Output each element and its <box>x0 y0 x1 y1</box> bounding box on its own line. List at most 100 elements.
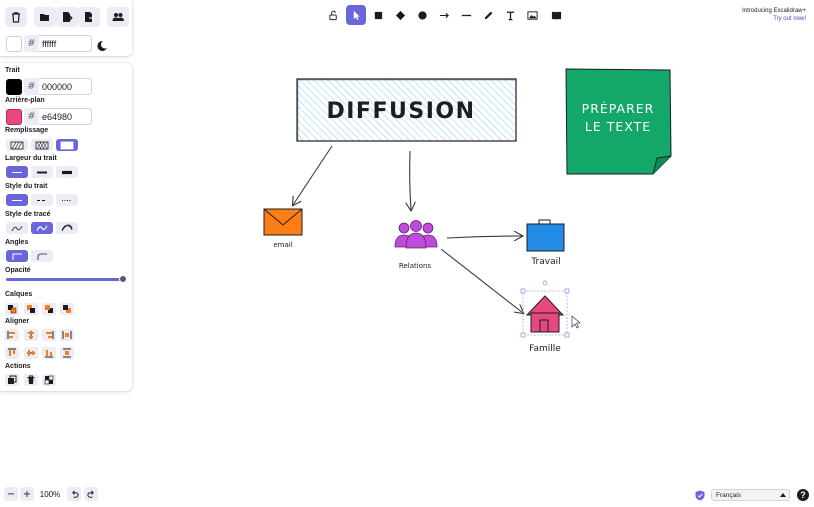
tool-draw-button[interactable] <box>478 5 498 25</box>
actions-label: Actions <box>5 363 31 370</box>
fill-hachure-button[interactable] <box>6 139 28 151</box>
stroke-width-thin-button[interactable] <box>6 166 28 178</box>
distribute-vertical-icon <box>63 348 71 358</box>
tool-text-button[interactable] <box>500 5 520 25</box>
bold-line-icon <box>37 171 47 173</box>
extra-bold-line-icon <box>62 170 72 174</box>
arrow-to-relations[interactable] <box>410 150 411 210</box>
bring-forward-button[interactable] <box>42 303 56 315</box>
redo-button[interactable] <box>84 487 98 501</box>
tool-ellipse-button[interactable] <box>412 5 432 25</box>
zoom-out-button[interactable]: − <box>4 487 18 501</box>
sloppiness-architect-button[interactable] <box>6 222 28 234</box>
distribute-vertical-button[interactable] <box>60 347 74 359</box>
stroke-style-solid-button[interactable] <box>6 194 28 206</box>
opacity-slider-thumb[interactable] <box>119 275 127 283</box>
shield-icon[interactable] <box>695 490 705 501</box>
collaborate-button[interactable] <box>107 7 129 27</box>
tool-arrow-button[interactable] <box>434 5 454 25</box>
group-button[interactable] <box>42 374 56 386</box>
arrow-to-famille[interactable] <box>440 248 523 313</box>
dotted-line-icon <box>62 199 72 201</box>
tool-selection-button[interactable] <box>346 5 366 25</box>
house-icon[interactable] <box>525 295 565 333</box>
help-button[interactable]: ? <box>797 489 809 501</box>
layers-label: Calques <box>5 291 33 298</box>
opacity-slider-track[interactable] <box>6 278 124 281</box>
tool-rectangle-button[interactable] <box>368 5 388 25</box>
open-file-button[interactable] <box>34 7 56 27</box>
canvas-background-swatch[interactable] <box>6 35 22 52</box>
bring-to-front-button[interactable] <box>60 303 74 315</box>
undo-button[interactable] <box>67 487 81 501</box>
stroke-color-swatch[interactable] <box>6 78 22 95</box>
tool-lock-button[interactable] <box>323 5 343 25</box>
background-color-swatch[interactable] <box>6 108 22 125</box>
align-right-button[interactable] <box>42 329 56 341</box>
ellipse-icon <box>417 10 427 20</box>
stroke-width-label: Largeur du trait <box>5 155 57 162</box>
edges-label: Angles <box>5 239 29 246</box>
save-button[interactable] <box>56 7 78 27</box>
sloppiness-cartoonist-button[interactable] <box>56 222 78 234</box>
redo-icon <box>86 490 94 498</box>
label-famille: Famille <box>529 344 561 354</box>
stroke-style-dashed-button[interactable] <box>31 194 53 206</box>
stroke-width-extra-bold-button[interactable] <box>56 166 78 178</box>
zoom-in-button[interactable]: + <box>20 487 34 501</box>
clear-canvas-button[interactable] <box>5 7 27 27</box>
send-backward-button[interactable] <box>24 303 38 315</box>
thin-line-icon <box>12 171 22 173</box>
arrow-to-email[interactable] <box>293 145 333 205</box>
align-top-button[interactable] <box>5 347 19 359</box>
canvas-background-input[interactable]: ffffff <box>39 35 92 52</box>
tool-library-button[interactable] <box>546 5 566 25</box>
export-image-button[interactable] <box>78 7 100 27</box>
envelope-icon[interactable] <box>263 208 303 236</box>
align-center-horizontal-button[interactable] <box>24 329 38 341</box>
share-icon <box>85 12 95 22</box>
delete-button[interactable] <box>24 374 38 386</box>
diffusion-box[interactable]: DIFFUSION <box>296 78 517 142</box>
align-top-icon <box>8 348 16 356</box>
cross-hatch-icon <box>35 141 49 149</box>
duplicate-button[interactable] <box>5 374 19 386</box>
sticky-note[interactable]: PRÉPARER LE TEXTE <box>565 68 672 175</box>
align-bottom-icon <box>45 350 53 358</box>
users-icon <box>112 13 124 21</box>
language-select[interactable]: Français <box>711 489 790 501</box>
tool-image-button[interactable] <box>522 5 542 25</box>
language-value: Français <box>716 491 741 499</box>
dark-mode-toggle[interactable] <box>96 37 108 51</box>
tool-line-button[interactable] <box>456 5 476 25</box>
tool-diamond-button[interactable] <box>390 5 410 25</box>
solid-line-icon <box>12 199 22 201</box>
stroke-width-bold-button[interactable] <box>31 166 53 178</box>
zoom-level[interactable]: 100% <box>36 490 64 499</box>
image-icon <box>526 10 538 20</box>
stroke-color-input[interactable]: 000000 <box>39 78 92 95</box>
canvas-background-row: # ffffff <box>6 35 92 52</box>
arrow-to-travail[interactable] <box>446 236 522 238</box>
edges-round-button[interactable] <box>31 250 53 262</box>
edges-sharp-button[interactable] <box>6 250 28 262</box>
background-color-input[interactable]: e64980 <box>39 108 92 125</box>
align-middle-button[interactable] <box>24 347 38 359</box>
lock-open-icon <box>328 10 337 20</box>
send-to-back-button[interactable] <box>5 303 19 315</box>
hash-symbol: # <box>24 35 39 52</box>
align-bottom-button[interactable] <box>42 347 56 359</box>
caret-up-icon <box>780 493 786 497</box>
briefcase-icon[interactable] <box>526 219 565 252</box>
fill-cross-hatch-button[interactable] <box>31 139 53 151</box>
line-icon <box>461 14 471 16</box>
promo-link[interactable]: Try out now! <box>742 15 806 23</box>
align-left-button[interactable] <box>5 329 19 341</box>
fill-solid-button[interactable] <box>56 139 78 151</box>
stroke-style-dotted-button[interactable] <box>56 194 78 206</box>
send-to-back-icon <box>8 305 17 314</box>
library-icon <box>551 11 561 20</box>
people-icon[interactable] <box>394 220 438 249</box>
sloppiness-artist-button[interactable] <box>31 222 53 234</box>
distribute-horizontal-button[interactable] <box>60 329 74 341</box>
